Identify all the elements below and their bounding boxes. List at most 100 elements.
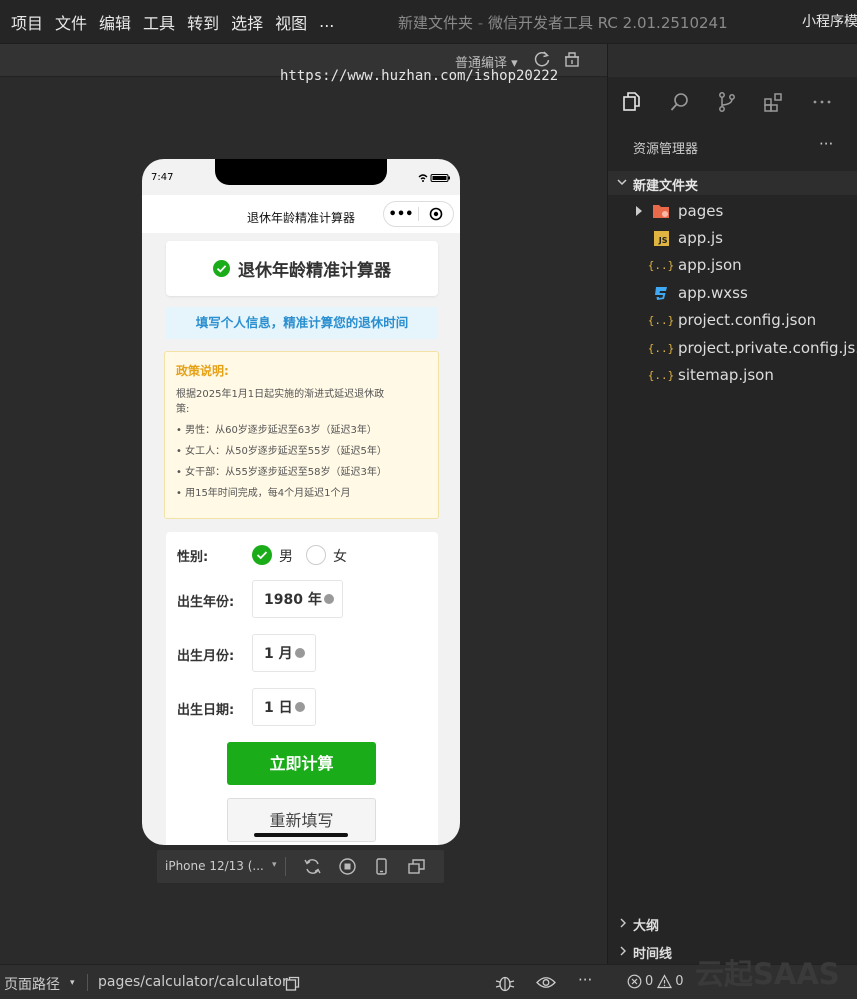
explorer-topstrip — [608, 44, 857, 77]
picker-indicator-icon — [294, 648, 305, 658]
explorer-title: 资源管理器 — [633, 142, 699, 157]
radio-check-icon — [256, 551, 268, 560]
tree-item-app-wxss[interactable]: app.wxss — [608, 281, 857, 305]
eye-icon[interactable] — [536, 975, 556, 990]
menu-project[interactable]: 项目 — [11, 10, 43, 34]
birth-day-picker[interactable]: 1 日 — [252, 688, 316, 726]
json-file-icon: {..} — [648, 366, 675, 384]
picker-indicator-icon — [294, 702, 305, 712]
chevron-right-icon — [620, 946, 626, 956]
policy-intro-1: 根据2025年1月1日起实施的渐进式延迟退休政 — [176, 389, 385, 400]
file-name: pages — [678, 202, 724, 220]
tree-item-project-private-config[interactable]: {..} project.private.config.js... — [608, 336, 857, 360]
right-title: 小程序模 — [802, 14, 857, 30]
multi-window-icon[interactable] — [407, 857, 426, 876]
folder-name: 新建文件夹 — [633, 179, 699, 194]
window-title-folder: 新建文件夹 — [398, 14, 474, 32]
chevron-down-icon — [617, 179, 627, 186]
json-file-icon-label: {..} — [647, 368, 675, 382]
capsule-close-button[interactable] — [419, 207, 453, 221]
window-title: 新建文件夹 - 微信开发者工具 RC 2.01.2510241 — [398, 12, 728, 33]
copy-icon[interactable] — [285, 976, 300, 991]
picker-indicator-icon — [323, 594, 334, 604]
json-file-icon-label: {..} — [647, 258, 675, 272]
gender-female-radio[interactable] — [306, 545, 326, 565]
rotate-icon[interactable] — [303, 857, 322, 876]
problems-indicator[interactable]: 0 0 — [627, 974, 684, 989]
menu-view[interactable]: 视图 — [275, 10, 307, 34]
status-time: 7:47 — [151, 172, 174, 183]
status-more-button[interactable]: ··· — [578, 971, 592, 989]
file-name: sitemap.json — [678, 366, 774, 384]
css-file-icon — [652, 284, 670, 302]
file-name: app.wxss — [678, 284, 748, 302]
device-select[interactable]: iPhone 12/13 (... — [165, 859, 264, 873]
status-bar: 页面路径 ▾ pages/calculator/calculator ··· 0… — [0, 957, 857, 999]
mini-program-navbar: 退休年龄精准计算器 ••• — [142, 195, 460, 233]
explorer-panel: 资源管理器 ··· 新建文件夹 pages JS app.js {..} app… — [607, 44, 857, 964]
policy-line-female-worker: • 女工人：从50岁逐步延迟至55岁（延迟5年） — [176, 446, 387, 457]
birth-month-label: 出生月份: — [177, 649, 235, 664]
bug-icon[interactable] — [495, 974, 515, 992]
more-icon[interactable] — [811, 91, 833, 113]
tree-item-project-config[interactable]: {..} project.config.json — [608, 308, 857, 332]
window-title-sep: - — [473, 14, 488, 32]
tree-item-pages[interactable]: pages — [608, 199, 857, 223]
gender-female-label: 女 — [333, 549, 347, 565]
menu-edit[interactable]: 编辑 — [99, 10, 131, 34]
check-circle-icon — [213, 260, 230, 277]
chevron-right-icon — [620, 918, 626, 928]
stop-icon[interactable] — [338, 857, 357, 876]
menu-file[interactable]: 文件 — [55, 10, 87, 34]
outline-label: 大纲 — [633, 919, 660, 934]
folder-icon — [652, 202, 670, 220]
capsule-more-button[interactable]: ••• — [384, 207, 418, 222]
phone-simulator: 7:47 退休年龄精准计算器 ••• 退休年龄精准计算器 填写个人信息，精准计算… — [142, 159, 460, 845]
menu-select[interactable]: 选择 — [231, 10, 263, 34]
capsule-menu: ••• — [383, 201, 454, 227]
timeline-label: 时间线 — [633, 947, 673, 962]
source-control-icon[interactable] — [716, 91, 738, 113]
extensions-icon[interactable] — [763, 91, 785, 113]
files-icon[interactable] — [621, 91, 643, 113]
status-divider — [87, 974, 88, 991]
warning-count: 0 — [675, 974, 684, 989]
file-name: app.js — [678, 229, 723, 247]
outline-section[interactable]: 大纲 — [608, 910, 857, 936]
policy-line-female-cadre: • 女干部：从55岁逐步延迟至58岁（延迟3年） — [176, 467, 387, 478]
title-card: 退休年龄精准计算器 — [166, 241, 438, 296]
birth-year-value: 1980 年 — [264, 592, 322, 608]
json-file-icon: {..} — [648, 339, 675, 357]
tree-item-sitemap[interactable]: {..} sitemap.json — [608, 363, 857, 387]
status-icons — [418, 174, 450, 182]
refresh-icon[interactable] — [533, 50, 551, 68]
menu-more[interactable]: ... — [319, 12, 334, 31]
clear-cache-icon[interactable] — [563, 50, 581, 68]
calculate-button[interactable]: 立即计算 — [227, 742, 376, 785]
page-path: pages/calculator/calculator — [98, 974, 288, 990]
policy-line-male: • 男性：从60岁逐步延迟至63岁（延迟3年） — [176, 425, 377, 436]
js-file-icon: JS — [652, 229, 670, 247]
birth-month-value: 1 月 — [264, 646, 293, 662]
tree-item-app-js[interactable]: JS app.js — [608, 226, 857, 250]
policy-intro-2: 策: — [176, 404, 190, 415]
search-icon[interactable] — [669, 91, 691, 113]
tree-item-app-json[interactable]: {..} app.json — [608, 253, 857, 277]
subtitle-banner: 填写个人信息，精准计算您的退休时间 — [166, 307, 438, 339]
simulator-area: 普通编译 ▾ https://www.huzhan.com/ishop20222… — [0, 44, 607, 964]
folder-header[interactable]: 新建文件夹 — [608, 171, 857, 195]
birth-day-value: 1 日 — [264, 700, 293, 716]
explorer-more-button[interactable]: ··· — [819, 135, 833, 153]
phone-icon[interactable] — [372, 857, 391, 876]
file-name: project.private.config.js... — [678, 339, 857, 357]
menu-tools[interactable]: 工具 — [143, 10, 175, 34]
birth-day-label: 出生日期: — [177, 703, 235, 718]
gender-male-label: 男 — [279, 549, 293, 565]
birth-year-picker[interactable]: 1980 年 — [252, 580, 343, 618]
error-icon — [627, 974, 642, 989]
page-path-select[interactable]: 页面路径 — [4, 974, 60, 994]
menu-goto[interactable]: 转到 — [187, 10, 219, 34]
gender-male-radio[interactable] — [252, 545, 272, 565]
birth-month-picker[interactable]: 1 月 — [252, 634, 316, 672]
device-caret-icon: ▾ — [272, 860, 277, 870]
